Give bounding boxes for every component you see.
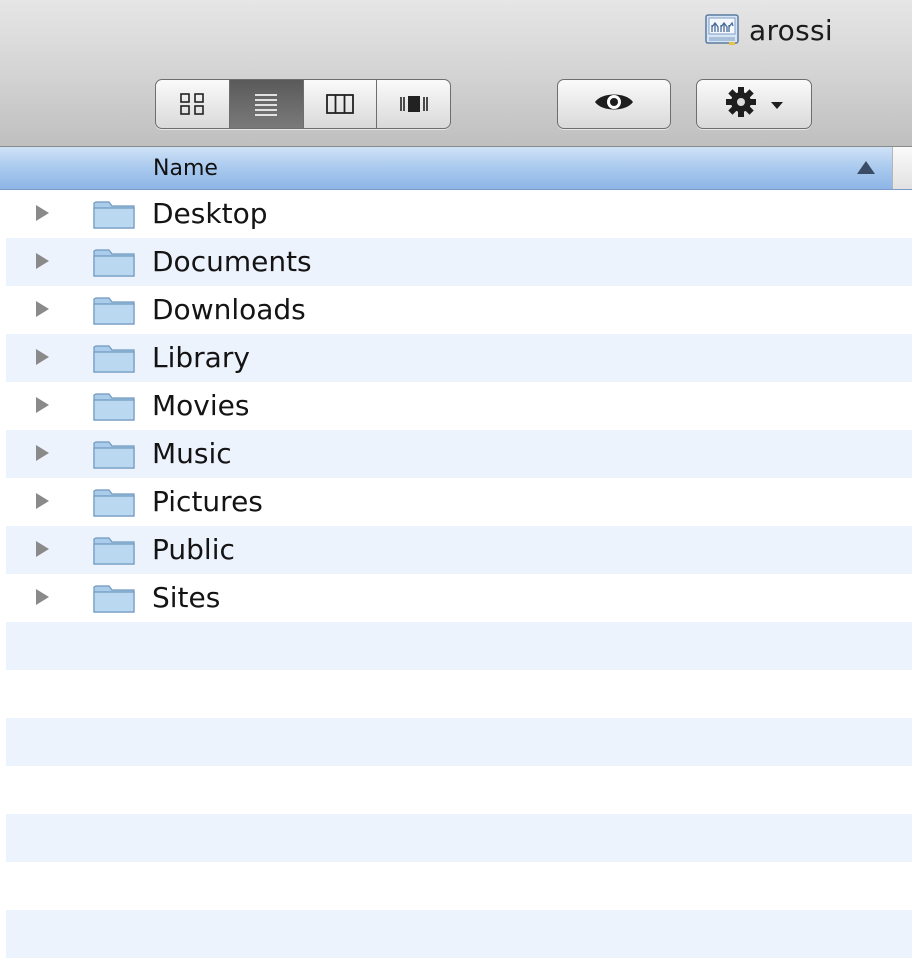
sort-ascending-icon bbox=[857, 161, 875, 174]
window-title: arossi bbox=[705, 12, 833, 48]
column-view-button[interactable] bbox=[304, 80, 378, 128]
folder-icon bbox=[92, 438, 136, 470]
disclosure-triangle-icon[interactable] bbox=[36, 397, 49, 413]
list-item[interactable]: Downloads bbox=[0, 286, 912, 334]
disclosure-triangle-icon[interactable] bbox=[36, 205, 49, 221]
disclosure-triangle-icon[interactable] bbox=[36, 253, 49, 269]
folder-icon bbox=[92, 246, 136, 278]
list-item[interactable]: Library bbox=[0, 334, 912, 382]
folder-icon bbox=[92, 486, 136, 518]
list-left-edge bbox=[0, 190, 6, 958]
list-icon bbox=[252, 91, 280, 117]
list-item[interactable]: Desktop bbox=[0, 190, 912, 238]
folder-icon bbox=[92, 390, 136, 422]
empty-row bbox=[0, 814, 912, 862]
folder-icon bbox=[92, 198, 136, 230]
disclosure-triangle-icon[interactable] bbox=[36, 589, 49, 605]
name-column-header[interactable]: Name bbox=[153, 156, 218, 181]
disclosure-triangle-icon[interactable] bbox=[36, 301, 49, 317]
empty-row bbox=[0, 670, 912, 718]
file-name: Sites bbox=[152, 581, 221, 614]
disclosure-triangle-icon[interactable] bbox=[36, 541, 49, 557]
chevron-down-icon bbox=[770, 95, 784, 114]
file-list: Desktop Documents Downloads Library Movi… bbox=[0, 190, 912, 958]
file-name: Pictures bbox=[152, 485, 263, 518]
list-view-button[interactable] bbox=[229, 80, 304, 128]
home-drive-icon bbox=[705, 14, 739, 46]
column-header[interactable]: Name bbox=[0, 147, 912, 190]
list-item[interactable]: Pictures bbox=[0, 478, 912, 526]
file-name: Desktop bbox=[152, 197, 268, 230]
eye-icon bbox=[592, 89, 636, 119]
folder-icon bbox=[92, 294, 136, 326]
empty-row bbox=[0, 862, 912, 910]
file-name: Movies bbox=[152, 389, 250, 422]
empty-row bbox=[0, 622, 912, 670]
file-name: Downloads bbox=[152, 293, 306, 326]
disclosure-triangle-icon[interactable] bbox=[36, 493, 49, 509]
file-name: Library bbox=[152, 341, 250, 374]
list-item[interactable]: Movies bbox=[0, 382, 912, 430]
window-title-text: arossi bbox=[749, 13, 833, 47]
header-edge-cell bbox=[892, 147, 912, 189]
coverflow-icon bbox=[398, 92, 430, 116]
list-item[interactable]: Public bbox=[0, 526, 912, 574]
empty-row bbox=[0, 910, 912, 958]
list-item[interactable]: Documents bbox=[0, 238, 912, 286]
file-name: Documents bbox=[152, 245, 312, 278]
disclosure-triangle-icon[interactable] bbox=[36, 445, 49, 461]
folder-icon bbox=[92, 582, 136, 614]
view-mode-selector[interactable] bbox=[155, 79, 451, 129]
folder-icon bbox=[92, 534, 136, 566]
file-name: Public bbox=[152, 533, 235, 566]
file-name: Music bbox=[152, 437, 232, 470]
columns-icon bbox=[325, 92, 355, 116]
icon-view-button[interactable] bbox=[156, 80, 230, 128]
disclosure-triangle-icon[interactable] bbox=[36, 349, 49, 365]
list-item[interactable]: Music bbox=[0, 430, 912, 478]
grid-icon bbox=[178, 91, 206, 117]
folder-icon bbox=[92, 342, 136, 374]
action-menu-button[interactable] bbox=[696, 79, 812, 129]
quick-look-button[interactable] bbox=[557, 79, 671, 129]
list-item[interactable]: Sites bbox=[0, 574, 912, 622]
empty-row bbox=[0, 718, 912, 766]
empty-row bbox=[0, 766, 912, 814]
gear-icon bbox=[724, 85, 762, 123]
finder-toolbar: arossi bbox=[0, 0, 912, 147]
coverflow-view-button[interactable] bbox=[377, 80, 450, 128]
